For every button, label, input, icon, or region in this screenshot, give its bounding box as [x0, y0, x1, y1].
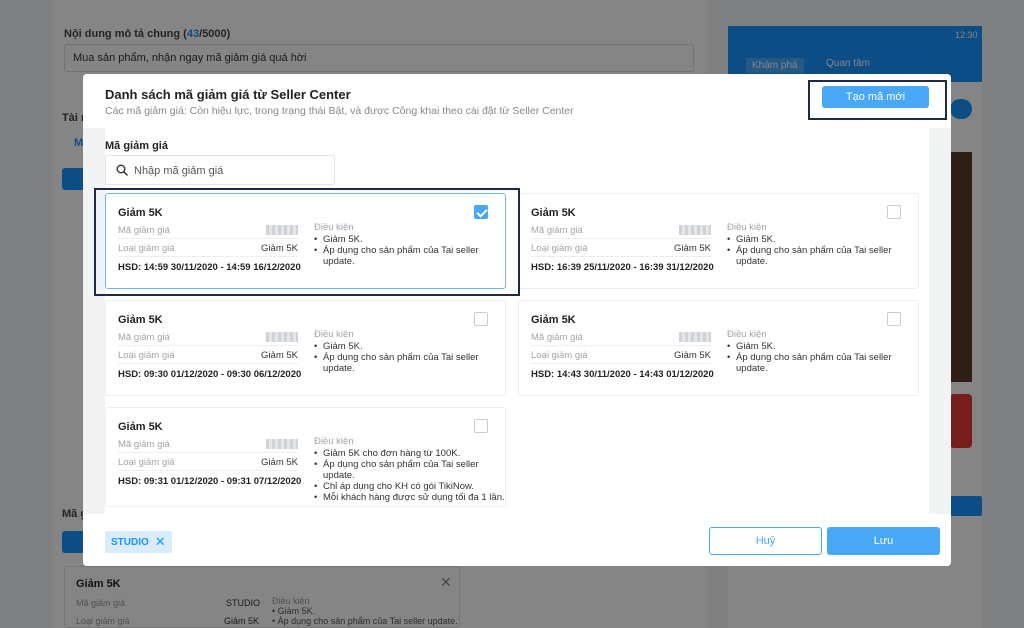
voucher-card[interactable]: Giảm 5K Mã giảm giá Loại giảm giá Giảm 5K…: [105, 407, 506, 507]
voucher-conditions: Giảm 5K. Áp dụng cho sản phẩm của Tai se…: [727, 341, 918, 374]
voucher-type-row: Loại giảm giá Giảm 5K: [118, 348, 298, 364]
voucher-conditions-title: Điều kiện: [314, 329, 354, 340]
cancel-button[interactable]: Huỷ: [709, 527, 822, 555]
voucher-conditions: Giảm 5K cho đơn hàng từ 100K. Áp dụng ch…: [314, 448, 505, 503]
voucher-condition: Giảm 5K.: [727, 234, 918, 245]
voucher-condition: Chỉ áp dụng cho KH có gói TikiNow.: [314, 481, 505, 492]
search-input[interactable]: [134, 161, 329, 181]
voucher-checkbox[interactable]: [474, 312, 488, 326]
voucher-card[interactable]: Giảm 5K Mã giảm giá Loại giảm giá Giảm 5K…: [105, 300, 506, 396]
voucher-type-row: Loại giảm giá Giảm 5K: [531, 241, 711, 257]
voucher-checkbox[interactable]: [474, 419, 488, 433]
selected-voucher-code: STUDIO: [111, 537, 149, 548]
modal-subtitle: Các mã giảm giá: Còn hiệu lực, trong trạ…: [105, 105, 574, 117]
modal-body: Mã giảm giá Giảm 5K Mã giảm giá Loại giả…: [105, 128, 929, 514]
voucher-condition: Áp dụng cho sản phẩm của Tai seller upda…: [727, 352, 918, 374]
voucher-condition: Giảm 5K cho đơn hàng từ 100K.: [314, 448, 505, 459]
voucher-conditions: Giảm 5K. Áp dụng cho sản phẩm của Tai se…: [727, 234, 918, 267]
modal-footer: STUDIO ✕ Huỷ Lưu: [83, 514, 951, 566]
voucher-code-row: Mã giảm giá: [531, 330, 711, 346]
voucher-condition: Áp dụng cho sản phẩm của Tai seller upda…: [314, 459, 505, 481]
voucher-condition: Giảm 5K.: [727, 341, 918, 352]
voucher-title: Giảm 5K: [118, 421, 163, 433]
search-box[interactable]: [105, 155, 335, 185]
voucher-code-hidden: [266, 332, 298, 342]
voucher-title: Giảm 5K: [531, 314, 576, 326]
selected-voucher-tag: STUDIO ✕: [105, 531, 172, 553]
voucher-title: Giảm 5K: [118, 314, 163, 326]
voucher-conditions-title: Điều kiện: [727, 329, 767, 340]
voucher-condition: Áp dụng cho sản phẩm của Tai seller upda…: [314, 352, 505, 374]
voucher-expiry: HSD: 14:43 30/11/2020 - 14:43 01/12/2020: [531, 369, 714, 380]
highlight-frame: [94, 188, 520, 296]
remove-tag-icon[interactable]: ✕: [155, 531, 166, 553]
voucher-type-row: Loại giảm giá Giảm 5K: [118, 455, 298, 471]
highlight-frame: [808, 80, 947, 120]
voucher-card[interactable]: Giảm 5K Mã giảm giá Loại giảm giá Giảm 5K…: [518, 300, 919, 396]
search-icon: [116, 164, 128, 176]
voucher-type-row: Loại giảm giá Giảm 5K: [531, 348, 711, 364]
voucher-expiry: HSD: 09:30 01/12/2020 - 09:30 06/12/2020: [118, 369, 302, 380]
save-button[interactable]: Lưu: [827, 527, 940, 555]
voucher-code-hidden: [679, 332, 711, 342]
voucher-conditions-title: Điều kiện: [314, 436, 354, 447]
modal-title: Danh sách mã giảm giá từ Seller Center: [105, 87, 351, 102]
voucher-code-row: Mã giảm giá: [118, 330, 298, 346]
voucher-code-hidden: [266, 439, 298, 449]
voucher-card[interactable]: Giảm 5K Mã giảm giá Loại giảm giá Giảm 5K…: [518, 193, 919, 289]
voucher-code-label: Mã giảm giá: [105, 140, 168, 152]
voucher-title: Giảm 5K: [531, 207, 576, 219]
voucher-expiry: HSD: 16:39 25/11/2020 - 16:39 31/12/2020: [531, 262, 714, 273]
voucher-expiry: HSD: 09:31 01/12/2020 - 09:31 07/12/2020: [118, 476, 302, 487]
voucher-code-row: Mã giảm giá: [118, 437, 298, 453]
voucher-conditions: Giảm 5K. Áp dụng cho sản phẩm của Tai se…: [314, 341, 505, 374]
voucher-code-row: Mã giảm giá: [531, 223, 711, 239]
voucher-checkbox[interactable]: [887, 312, 901, 326]
voucher-checkbox[interactable]: [887, 205, 901, 219]
voucher-list-modal: Danh sách mã giảm giá từ Seller Center C…: [83, 74, 951, 566]
voucher-condition: Giảm 5K.: [314, 341, 505, 352]
voucher-code-hidden: [679, 225, 711, 235]
voucher-condition: Mỗi khách hàng được sử dụng tối đa 1 lần…: [314, 492, 505, 503]
voucher-conditions-title: Điều kiện: [727, 222, 767, 233]
voucher-condition: Áp dụng cho sản phẩm của Tai seller upda…: [727, 245, 918, 267]
